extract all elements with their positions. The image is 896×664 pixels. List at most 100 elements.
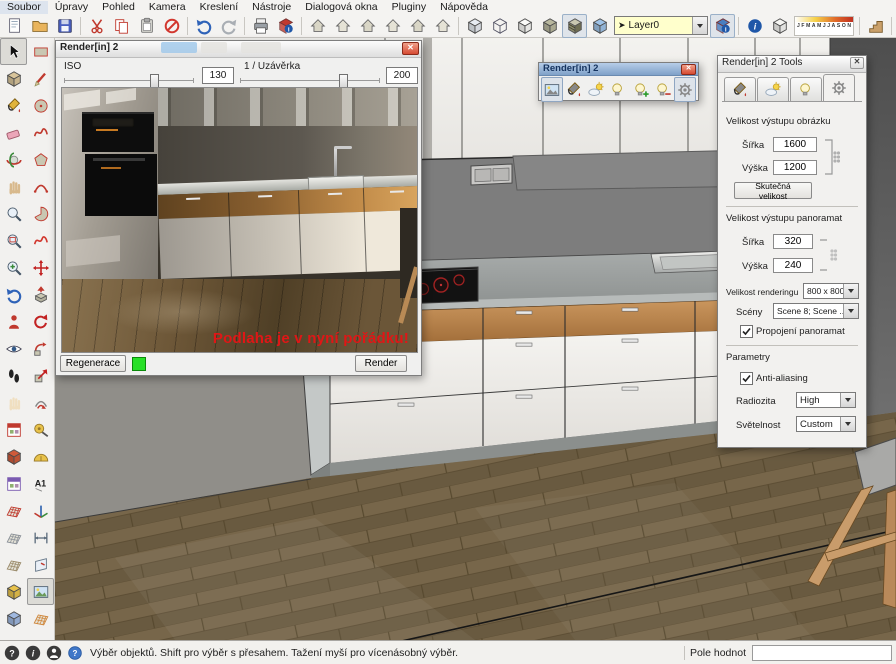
status-user-icon[interactable] (45, 644, 63, 662)
renderin-toolbar-close-button[interactable]: ✕ (681, 64, 696, 75)
tab-environment[interactable] (757, 77, 789, 101)
remove-light-button[interactable] (652, 77, 674, 102)
undo-button[interactable] (191, 14, 216, 38)
rectangle-tool[interactable] (27, 38, 54, 65)
render-button[interactable]: Render (355, 355, 407, 372)
image-height-input[interactable] (773, 160, 817, 175)
actual-size-button[interactable]: Skutečná velikost (734, 182, 812, 199)
render-view-button[interactable] (541, 77, 563, 102)
render-size-select[interactable]: 800 x 800 (803, 283, 859, 299)
view-left-button[interactable] (430, 14, 455, 38)
materials-browser[interactable] (0, 416, 27, 443)
link-pano-dimensions-icon[interactable] (818, 234, 840, 276)
view-right-button[interactable] (380, 14, 405, 38)
menu-item-6[interactable]: Dialogová okna (298, 1, 384, 14)
pano-width-input[interactable] (773, 234, 813, 249)
shadow-date-slider[interactable]: JFMAMJJASON (794, 16, 854, 36)
dropdown-arrow-icon[interactable] (692, 17, 707, 34)
circle-tool[interactable] (27, 92, 54, 119)
rotate-tool[interactable] (27, 308, 54, 335)
paint-bucket-tool[interactable] (0, 92, 27, 119)
stairs-tool-button[interactable] (863, 14, 888, 38)
style-xray-button[interactable] (462, 14, 487, 38)
style-monochrome-button[interactable] (587, 14, 612, 38)
arc-tool[interactable] (27, 173, 54, 200)
tab-materials[interactable] (724, 77, 756, 101)
menu-item-3[interactable]: Kamera (142, 1, 193, 14)
box-yellow-component[interactable] (0, 578, 27, 605)
make-component-tool[interactable] (0, 65, 27, 92)
tab-settings[interactable] (823, 74, 855, 101)
status-info-icon[interactable]: i (24, 644, 42, 662)
look-around-tool[interactable] (0, 335, 27, 362)
orbit-tool[interactable] (0, 146, 27, 173)
scale-tool[interactable] (27, 362, 54, 389)
style-hiddenline-button[interactable] (512, 14, 537, 38)
view-iso-button[interactable] (305, 14, 330, 38)
status-credit-icon[interactable]: ? (3, 644, 21, 662)
eraser-tool[interactable] (0, 119, 27, 146)
material-editor-button[interactable] (563, 77, 585, 102)
dimension-tool[interactable] (27, 524, 54, 551)
new-button[interactable] (2, 14, 27, 38)
offset-tool[interactable] (27, 389, 54, 416)
components-browser[interactable] (0, 443, 27, 470)
menu-item-1[interactable]: Úpravy (48, 1, 95, 14)
renderin-window-titlebar[interactable]: Render[in] 2 ✕ (56, 41, 421, 58)
scenes-select[interactable]: Scene 8; Scene ... (773, 303, 859, 319)
radiosity-select[interactable]: High (796, 392, 856, 408)
layer-combo[interactable]: ➤Layer0 (614, 16, 708, 35)
sandbox-from-contours-tool[interactable] (0, 497, 27, 524)
freehand-tool[interactable] (27, 119, 54, 146)
position-camera-tool[interactable] (0, 308, 27, 335)
regenerate-button[interactable]: Regenerace (60, 355, 126, 372)
iso-slider[interactable] (64, 80, 194, 81)
polygon-tool[interactable] (27, 146, 54, 173)
layer-manager-button[interactable]: i (710, 14, 735, 38)
style-wireframe-button[interactable] (487, 14, 512, 38)
dropdown-arrow-icon[interactable] (843, 304, 858, 318)
light-button[interactable] (607, 77, 629, 102)
protractor-tool[interactable] (27, 443, 54, 470)
antialias-checkbox[interactable] (740, 372, 753, 385)
link-dimensions-icon[interactable] (822, 136, 840, 178)
walk-tool[interactable] (0, 362, 27, 389)
renderin-panorama-tool[interactable] (27, 578, 54, 605)
add-light-button[interactable] (630, 77, 652, 102)
save-button[interactable] (52, 14, 77, 38)
style-shaded-button[interactable] (537, 14, 562, 38)
open-button[interactable] (27, 14, 52, 38)
entity-info-button[interactable]: i (742, 14, 767, 38)
pano-height-input[interactable] (773, 258, 813, 273)
print-button[interactable] (248, 14, 273, 38)
menu-item-7[interactable]: Pluginy (385, 1, 433, 14)
smoove-tool[interactable] (0, 551, 27, 578)
text-tool[interactable]: A1 (27, 470, 54, 497)
section-plane-tool[interactable] (27, 551, 54, 578)
sandbox-drape-tool[interactable] (27, 605, 54, 632)
push-pull-tool[interactable] (27, 281, 54, 308)
pie-tool[interactable] (27, 200, 54, 227)
renderin-toolbar-titlebar[interactable]: Render[in] 2 ✕ (539, 63, 698, 76)
dropdown-arrow-icon[interactable] (840, 393, 855, 407)
erase-button[interactable] (159, 14, 184, 38)
box-blue-component[interactable] (0, 605, 27, 632)
view-front-button[interactable] (355, 14, 380, 38)
model-info-button[interactable]: i (273, 14, 298, 38)
cut-button[interactable] (84, 14, 109, 38)
luminosity-select[interactable]: Custom (796, 416, 856, 432)
redo-button[interactable] (216, 14, 241, 38)
link-panoramas-checkbox[interactable] (740, 325, 753, 338)
menu-item-2[interactable]: Pohled (95, 1, 142, 14)
hide-button[interactable] (767, 14, 792, 38)
renderin-window-close-button[interactable]: ✕ (402, 42, 419, 55)
follow-me-tool[interactable] (27, 335, 54, 362)
zoom-window-tool[interactable] (0, 227, 27, 254)
dropdown-arrow-icon[interactable] (840, 417, 855, 431)
view-back-button[interactable] (405, 14, 430, 38)
view-top-button[interactable] (330, 14, 355, 38)
style-shaded-textures-button[interactable] (562, 14, 587, 38)
previous-view-tool[interactable] (0, 281, 27, 308)
bezier-tool[interactable] (27, 227, 54, 254)
select-tool[interactable] (0, 38, 27, 65)
